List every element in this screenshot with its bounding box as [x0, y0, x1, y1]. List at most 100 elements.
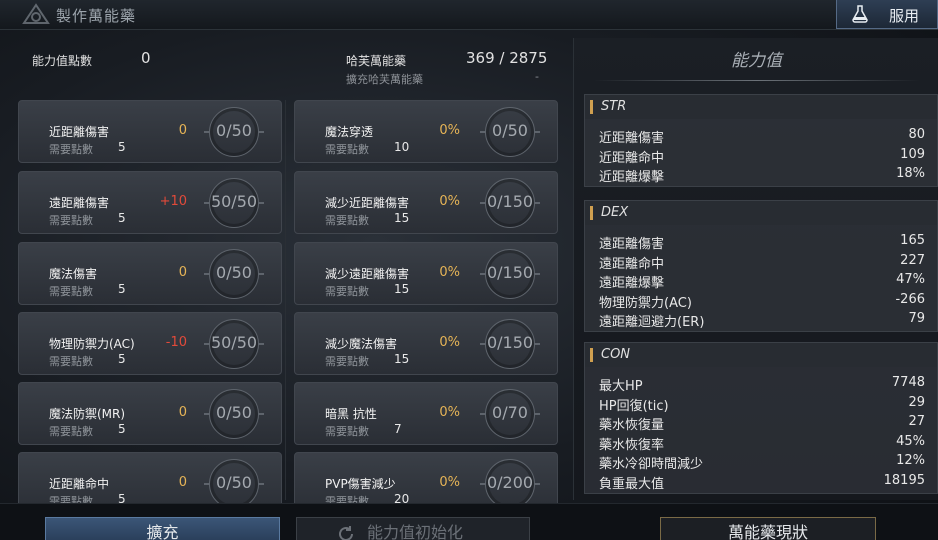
skill-name: 物理防禦力(AC) [49, 337, 135, 351]
skill-req-label: 需要點數 [49, 214, 93, 227]
stat-name: 藥水冷卻時間減少 [599, 457, 704, 473]
skill-bonus: 0 [178, 123, 187, 138]
stat-group-dex: DEX 遠距離傷害 165 遠距離命中 227 遠距離爆擊 47% 物理防禦力(AC) -266… [584, 200, 938, 332]
expand-potion-label: 擴充哈芙萬能藥 [346, 73, 423, 86]
stat-group-header: STR [585, 95, 937, 119]
stat-value: -266 [895, 291, 925, 307]
skill-req-value: 7 [394, 422, 402, 436]
skill-count: 50/50 [210, 333, 258, 352]
skill-name: 遠距離傷害 [49, 196, 110, 210]
potion-crafting-window: 製作萬能藥 服用 能力值點數 0 哈芙萬能藥 369 / 2875 擴充哈芙萬能… [0, 0, 938, 540]
skill-count: 0/70 [492, 403, 528, 422]
skill-name: 近距離命中 [49, 477, 110, 491]
skill-bonus: 0% [439, 123, 460, 138]
stat-group-title: STR [601, 99, 627, 114]
skill-req-value: 15 [394, 211, 410, 225]
stat-name: HP回復(tic) [599, 398, 669, 414]
skill-card[interactable]: 魔法防禦(MR) 需要點數 5 0 0/50 [18, 382, 282, 445]
stat-group-header: CON [585, 343, 937, 367]
expand-button[interactable]: 擴充 [45, 517, 280, 540]
skill-bonus: 0% [439, 335, 460, 350]
skill-req-label: 需要點數 [49, 143, 93, 156]
stat-value: 29 [908, 394, 925, 410]
stat-name: 近距離傷害 [599, 131, 665, 146]
skill-bonus: 0 [178, 405, 187, 420]
skill-name: PVP傷害減少 [325, 477, 396, 491]
use-button[interactable]: 服用 [836, 0, 938, 29]
skill-req-value: 10 [394, 140, 410, 154]
potion-icon [852, 5, 868, 23]
skill-req-value: 5 [118, 352, 126, 366]
points-label: 能力值點數 [32, 54, 93, 68]
skill-req-value: 15 [394, 282, 410, 296]
skill-name: 減少魔法傷害 [325, 337, 398, 351]
skill-card[interactable]: 減少魔法傷害 需要點數 15 0% 0/150 [294, 312, 558, 375]
skill-bonus: 0 [178, 475, 187, 490]
title-bar: 製作萬能藥 服用 [0, 0, 938, 30]
skill-req-value: 15 [394, 352, 410, 366]
stat-value: 47% [896, 272, 925, 288]
potion-label: 哈芙萬能藥 [346, 54, 407, 68]
stat-value: 109 [900, 146, 925, 162]
stat-name: 近距離命中 [599, 150, 665, 166]
skill-count: 0/50 [216, 403, 252, 422]
skill-req-label: 需要點數 [49, 425, 93, 438]
skill-name: 魔法防禦(MR) [49, 407, 126, 421]
skill-card[interactable]: 減少遠距離傷害 需要點數 15 0% 0/150 [294, 242, 558, 305]
column-divider [285, 100, 286, 500]
skill-req-label: 需要點數 [49, 355, 93, 368]
stat-value: 79 [908, 311, 925, 327]
skill-name: 魔法穿透 [325, 125, 374, 139]
skill-bonus: 0% [439, 194, 460, 209]
stat-value: 227 [900, 252, 925, 268]
skill-count: 50/50 [210, 192, 258, 211]
stat-name: 藥水恢復量 [599, 418, 665, 434]
skill-req-label: 需要點數 [325, 355, 369, 368]
stat-name: 負重最大值 [599, 477, 665, 492]
skill-req-value: 5 [118, 211, 126, 225]
skill-bonus: -10 [165, 335, 187, 350]
skill-card[interactable]: 暗黑 抗性 需要點數 7 0% 0/70 [294, 382, 558, 445]
stat-name: 近距離爆擊 [599, 170, 665, 186]
skill-name: 減少近距離傷害 [325, 196, 410, 210]
skill-req-label: 需要點數 [325, 214, 369, 227]
window-title: 製作萬能藥 [56, 7, 137, 25]
skill-req-value: 5 [118, 140, 126, 154]
potion-value: 369 / 2875 [466, 49, 548, 67]
stat-name: 物理防禦力(AC) [599, 295, 692, 311]
skill-card[interactable]: 魔法穿透 需要點數 10 0% 0/50 [294, 100, 558, 163]
skill-count: 0/50 [492, 121, 528, 140]
skill-card[interactable]: 近距離傷害 需要點數 5 0 0/50 [18, 100, 282, 163]
stat-value: 18195 [883, 473, 925, 488]
skill-card[interactable]: 遠距離傷害需要點數 5 +10 50/50 [18, 171, 282, 234]
stat-name: 遠距離傷害 [599, 237, 665, 252]
skill-count: 0/150 [486, 263, 534, 282]
stat-value: 18% [896, 166, 925, 182]
group-accent-bar [590, 100, 593, 114]
expand-potion-value: - [535, 70, 539, 83]
stat-group-title: DEX [601, 205, 629, 220]
skill-count: 0/50 [216, 473, 252, 492]
skill-card[interactable]: 魔法傷害 需要點數 5 0 0/50 [18, 242, 282, 305]
skill-req-value: 5 [118, 282, 126, 296]
potion-status-button[interactable]: 萬能藥現狀 [660, 517, 876, 540]
reset-stats-button[interactable]: 能力值初始化 [296, 517, 530, 540]
use-button-label: 服用 [889, 7, 920, 25]
stat-group-str: STR 近距離傷害 80 近距離命中 109 近距離爆擊 18% [584, 94, 938, 187]
stat-name: 遠距離命中 [599, 256, 665, 272]
stat-value: 7748 [891, 375, 925, 390]
skill-count: 0/150 [486, 333, 534, 352]
skill-card[interactable]: 物理防禦力(AC) 需要點數 5 -10 50/50 [18, 312, 282, 375]
skill-bonus: 0 [178, 265, 187, 280]
stat-value: 12% [896, 453, 925, 469]
skill-bonus: +10 [159, 194, 187, 209]
stats-title-divider [594, 80, 919, 81]
skill-req-value: 5 [118, 422, 126, 436]
reset-stats-label: 能力值初始化 [367, 523, 464, 540]
skill-count: 0/150 [486, 192, 534, 211]
emblem-icon [22, 3, 50, 24]
skill-card[interactable]: 減少近距離傷害 需要點數 15 0% 0/150 [294, 171, 558, 234]
skill-bonus: 0% [439, 405, 460, 420]
skill-name: 魔法傷害 [49, 267, 98, 281]
refresh-icon [339, 526, 353, 540]
